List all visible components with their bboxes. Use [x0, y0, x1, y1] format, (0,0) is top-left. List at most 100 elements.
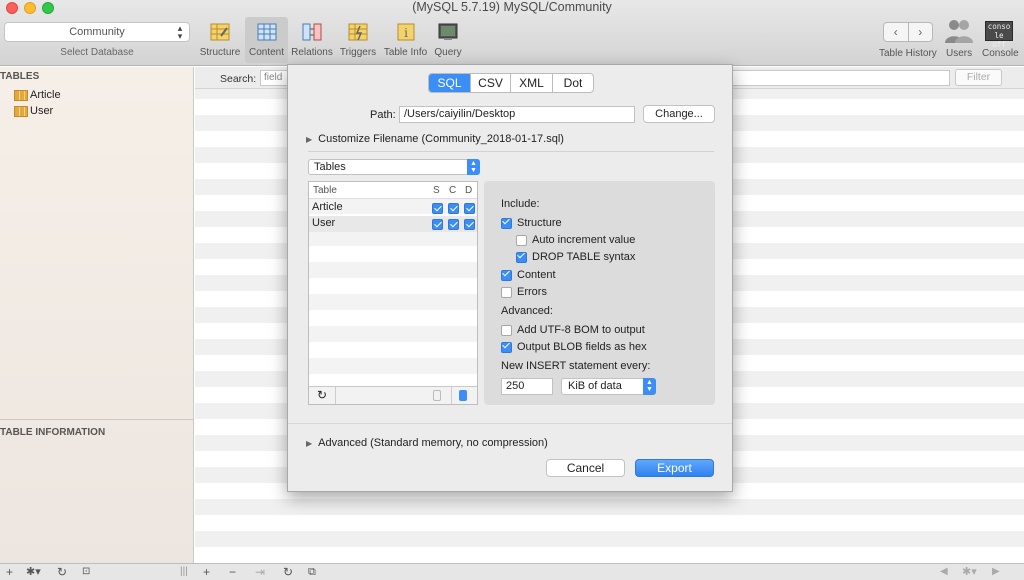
format-dot-tab[interactable]: Dot [553, 74, 593, 92]
format-xml-tab[interactable]: XML [511, 74, 553, 92]
filter-toggle-icon[interactable]: ⊡ [82, 564, 90, 580]
refresh-tables-icon[interactable]: ↻ [317, 388, 327, 402]
drop-table-checkbox[interactable] [516, 251, 527, 263]
refresh-icon[interactable]: ↻ [57, 564, 67, 580]
sidebar-item-label: User [30, 105, 54, 117]
path-field[interactable]: /Users/caiyilin/Desktop [399, 106, 635, 123]
relations-button[interactable]: Relations [290, 17, 334, 63]
blob-hex-checkbox[interactable] [501, 341, 512, 353]
customize-filename-disclosure[interactable]: ▶ Customize Filename (Community_2018-01-… [306, 133, 564, 145]
next-page-icon[interactable]: ▶ [992, 564, 1000, 580]
table-info-label: Table Info [383, 47, 428, 58]
console-icon-line-2: le off [992, 31, 1006, 49]
cancel-button[interactable]: Cancel [546, 459, 625, 477]
back-button[interactable]: ‹ [884, 23, 909, 41]
column-header-drop[interactable]: D [465, 185, 472, 196]
add-row-icon[interactable]: + [203, 564, 210, 580]
tables-select[interactable]: Tables ▲ ▼ [308, 159, 480, 175]
table-info-button[interactable]: i Table Info [383, 17, 428, 63]
sidebar-item-article[interactable]: Article [14, 89, 61, 101]
column-header-table: Table [313, 185, 337, 196]
table-row: Article [309, 200, 477, 216]
advanced-disclosure[interactable]: ▶ Advanced (Standard memory, no compress… [306, 437, 548, 449]
drop-table-option[interactable]: DROP TABLE syntax [516, 251, 635, 263]
content-checkbox[interactable] [448, 203, 459, 214]
tables-header: TABLES [0, 71, 40, 82]
content-option-checkbox[interactable] [501, 269, 512, 281]
gear-icon[interactable]: ✱▾ [26, 564, 41, 580]
svg-text:i: i [404, 26, 408, 40]
format-segmented-control: SQL CSV XML Dot [428, 73, 594, 93]
search-label: Search: [220, 73, 257, 85]
structure-button[interactable]: Structure [198, 17, 242, 63]
table-row-name: User [312, 217, 336, 229]
content-button[interactable]: Content [245, 17, 288, 63]
auto-increment-option[interactable]: Auto increment value [516, 234, 635, 246]
console-icon[interactable]: conso le off [985, 21, 1013, 49]
export-options-panel: Include: Structure Auto increment value … [484, 181, 715, 405]
query-label: Query [434, 47, 462, 58]
column-header-content[interactable]: C [449, 185, 456, 196]
filter-button[interactable]: Filter [955, 69, 1002, 86]
prev-page-icon[interactable]: ◀ [940, 564, 948, 580]
structure-checkbox[interactable] [432, 203, 443, 214]
drop-checkbox[interactable] [464, 219, 475, 230]
remove-row-icon[interactable]: − [229, 564, 236, 580]
query-button[interactable]: Query [432, 17, 464, 63]
users-label[interactable]: Users [946, 48, 972, 59]
drop-checkbox[interactable] [464, 203, 475, 214]
table-icon [14, 105, 28, 117]
table-history-label[interactable]: Table History [879, 48, 937, 59]
auto-increment-checkbox[interactable] [516, 234, 527, 246]
content-option[interactable]: Content [501, 269, 556, 281]
forward-button[interactable]: › [909, 23, 933, 41]
table-info-icon: i [397, 23, 414, 41]
triggers-button[interactable]: Triggers [338, 17, 378, 63]
toggle-all-off-icon[interactable] [433, 390, 441, 401]
blob-hex-label: Output BLOB fields as hex [517, 341, 647, 353]
users-icon[interactable] [944, 18, 974, 44]
sidebar: TABLES Article User TABLE INFORMATION [0, 67, 194, 563]
page-settings-icon[interactable]: ✱▾ [962, 564, 977, 580]
insert-size-field[interactable]: 250 [501, 378, 553, 395]
database-select-caption: Select Database [60, 47, 134, 58]
content-checkbox[interactable] [448, 219, 459, 230]
structure-option[interactable]: Structure [501, 217, 562, 229]
errors-checkbox[interactable] [501, 286, 512, 298]
column-header-structure[interactable]: S [433, 185, 440, 196]
reload-icon[interactable]: ↻ [283, 564, 293, 580]
insert-unit-value: KiB of data [568, 380, 622, 392]
change-path-button[interactable]: Change... [643, 105, 715, 123]
content-icon [257, 23, 276, 41]
console-label[interactable]: Console [982, 48, 1019, 59]
structure-option-checkbox[interactable] [501, 217, 512, 229]
utf8-bom-option[interactable]: Add UTF-8 BOM to output [501, 324, 645, 336]
blob-hex-option[interactable]: Output BLOB fields as hex [501, 341, 647, 353]
toggle-all-on-icon[interactable] [459, 390, 467, 401]
table-information-header: TABLE INFORMATION [0, 427, 106, 438]
structure-checkbox[interactable] [432, 219, 443, 230]
utf8-bom-checkbox[interactable] [501, 324, 512, 336]
sidebar-item-user[interactable]: User [14, 105, 53, 117]
errors-option[interactable]: Errors [501, 286, 547, 298]
updown-chevron-icon: ▲ ▼ [643, 378, 656, 395]
split-handle-icon[interactable]: ||| [180, 564, 188, 580]
export-button[interactable]: Export [635, 459, 714, 477]
sidebar-divider[interactable] [0, 419, 194, 420]
format-sql-tab[interactable]: SQL [429, 74, 471, 92]
advanced-disclosure-label: Advanced (Standard memory, no compressio… [318, 437, 548, 449]
window-title: (MySQL 5.7.19) MySQL/Community [412, 0, 612, 14]
add-table-icon[interactable]: + [6, 564, 13, 580]
export-table-list: Table S C D Article User ↻ [308, 181, 478, 405]
copy-icon[interactable]: ⧉ [308, 564, 316, 580]
relations-label: Relations [291, 47, 333, 58]
auto-increment-label: Auto increment value [532, 234, 636, 246]
table-icon [14, 89, 28, 101]
separator [308, 151, 714, 152]
database-select[interactable]: Community ▴ ▾ [4, 22, 190, 42]
bottom-bar: + ✱▾ ↻ ⊡ ||| + − ⇥ ↻ ⧉ ◀ ✱▾ ▶ [0, 563, 1024, 580]
errors-label: Errors [517, 286, 547, 298]
format-csv-tab[interactable]: CSV [471, 74, 511, 92]
insert-unit-select[interactable]: KiB of data ▲ ▼ [561, 378, 656, 395]
duplicate-row-icon[interactable]: ⇥ [255, 564, 265, 580]
